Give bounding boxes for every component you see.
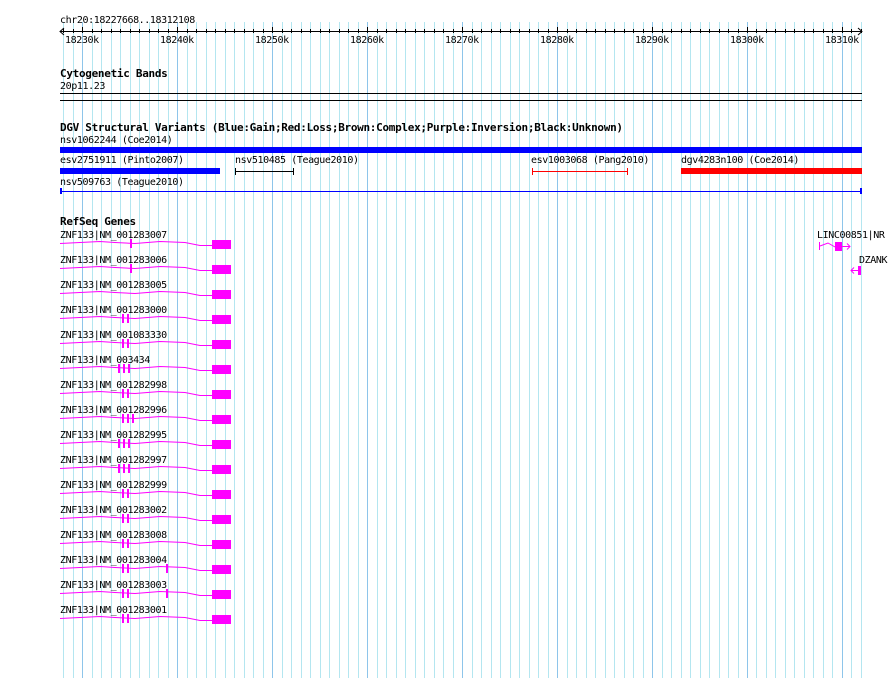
gene-label[interactable]: ZNF133|NM_001283005 — [60, 280, 167, 291]
variant-label[interactable]: dgv4283n100 (Coe2014) — [681, 155, 799, 166]
variant-bar — [60, 168, 220, 174]
gene-exon-utr — [212, 290, 231, 299]
gene-exon-utr — [212, 340, 231, 349]
variant-label[interactable]: esv2751911 (Pinto2007) — [60, 155, 184, 166]
variant-bracket — [532, 168, 628, 175]
gene-exon-utr — [212, 540, 231, 549]
gene-label[interactable]: ZNF133|NM_001083330 — [60, 330, 167, 341]
gene-exon-utr — [212, 465, 231, 474]
gene-intron — [59, 265, 212, 271]
variant-bracket — [235, 168, 294, 175]
ruler-tick-label: 18250k — [255, 35, 289, 46]
gene-label[interactable]: ZNF133|NM_001283004 — [60, 555, 167, 566]
gene-intron — [59, 590, 212, 596]
ruler-tick-label: 18300k — [730, 35, 764, 46]
gene-exon-utr — [212, 615, 231, 624]
ruler-tick-label: 18270k — [445, 35, 479, 46]
gene-exon-utr — [212, 490, 231, 499]
gene-intron — [819, 242, 836, 250]
gene-exon-utr — [212, 515, 231, 524]
ruler-tick-label: 18290k — [635, 35, 669, 46]
gene-exon-utr — [212, 240, 231, 249]
variant-label[interactable]: nsv509763 (Teague2010) — [60, 177, 184, 188]
gene-exon-utr — [212, 315, 231, 324]
gene-label[interactable]: ZNF133|NM_001282998 — [60, 380, 167, 391]
variant-cap — [860, 188, 862, 194]
cytoband-track-title: Cytogenetic Bands — [60, 67, 168, 80]
gene-intron — [59, 465, 212, 471]
gene-label[interactable]: ZNF133|NM_001282997 — [60, 455, 167, 466]
gene-intron — [59, 540, 212, 546]
gene-intron — [59, 240, 212, 246]
gene-exon-utr — [212, 365, 231, 374]
variant-cap — [60, 188, 62, 194]
ruler-tick-label: 18280k — [540, 35, 574, 46]
ruler-tick-label: 18240k — [160, 35, 194, 46]
variant-line — [60, 188, 862, 194]
gene-intron — [59, 515, 212, 521]
gene-intron — [59, 490, 212, 496]
gene-label[interactable]: ZNF133|NM_001282995 — [60, 430, 167, 441]
gene-label[interactable]: ZNF133|NM_001283001 — [60, 605, 167, 616]
gene-exon — [835, 242, 842, 251]
gene-exon-utr — [212, 415, 231, 424]
location-label: chr20:18227668..18312108 — [60, 15, 195, 26]
ruler-tick-label: 18230k — [65, 35, 99, 46]
gene-intron — [59, 390, 212, 396]
gene-label[interactable]: ZNF133|NM_001283006 — [60, 255, 167, 266]
gene-label[interactable]: ZNF133|NM_001283003 — [60, 580, 167, 591]
gene-exon — [858, 266, 861, 275]
strand-arrow-icon — [842, 243, 851, 250]
gene-label[interactable]: ZNF133|NM_001283007 — [60, 230, 167, 241]
gene-intron — [59, 365, 212, 371]
gene-label[interactable]: ZNF133|NM_001283008 — [60, 530, 167, 541]
gene-intron — [59, 615, 212, 621]
variant-label[interactable]: esv1003068 (Pang2010) — [531, 155, 649, 166]
gene-label[interactable]: ZNF133|NM_001283002 — [60, 505, 167, 516]
gene-intron — [59, 440, 212, 446]
gene-label[interactable]: ZNF133|NM_001282996 — [60, 405, 167, 416]
cytoband-label: 20p11.23 — [60, 81, 105, 92]
variant-label[interactable]: nsv1062244 (Coe2014) — [60, 135, 173, 146]
ruler-tick-label: 18310k — [825, 35, 859, 46]
gene-intron — [59, 315, 212, 321]
gene-exon-utr — [212, 265, 231, 274]
gene-exon-utr — [212, 590, 231, 599]
gene-label[interactable]: ZNF133|NM_001283000 — [60, 305, 167, 316]
gene-intron — [59, 290, 212, 296]
gene-label[interactable]: ZNF133|NM_001282999 — [60, 480, 167, 491]
variant-bar — [681, 168, 862, 174]
strand-arrow-icon — [850, 267, 858, 274]
gene-exon-utr — [212, 390, 231, 399]
dgv-track-title: DGV Structural Variants (Blue:Gain;Red:L… — [60, 121, 623, 134]
variant-label[interactable]: nsv510485 (Teague2010) — [235, 155, 359, 166]
ruler-tick-label: 18260k — [350, 35, 384, 46]
gene-exon-utr — [212, 440, 231, 449]
gene-intron — [59, 340, 212, 346]
gene-intron — [59, 565, 212, 571]
refseq-track-title: RefSeq Genes — [60, 215, 136, 228]
gene-label[interactable]: ZNF133|NM_003434 — [60, 355, 150, 366]
variant-bar — [60, 147, 862, 153]
gene-label[interactable]: DZANK — [859, 255, 888, 266]
gene-intron — [59, 415, 212, 421]
gene-label[interactable]: LINC00851|NR — [817, 230, 885, 241]
gene-exon-utr — [212, 565, 231, 574]
